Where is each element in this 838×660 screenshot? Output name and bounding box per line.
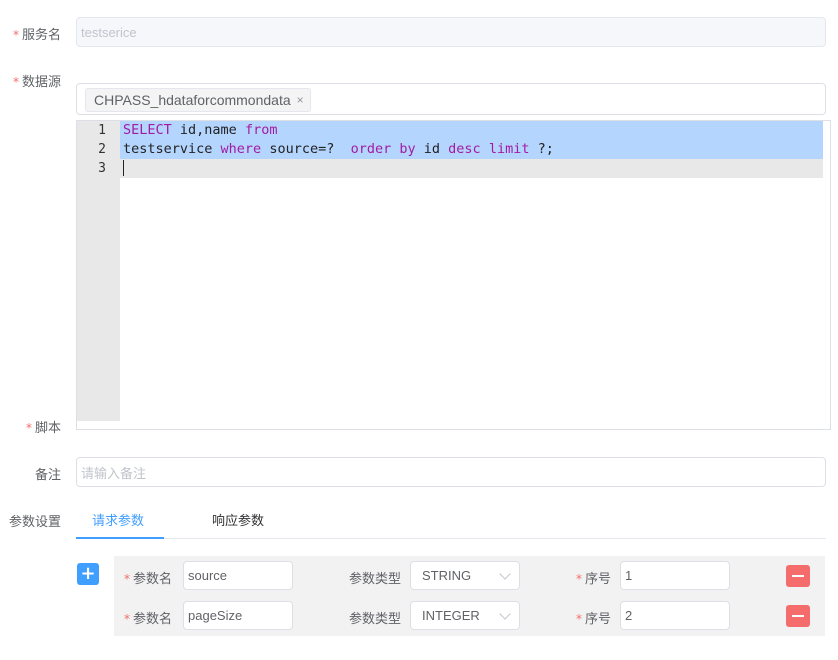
sql-keyword: where [220,141,262,157]
param-order-input[interactable]: 2 [620,601,730,630]
tab-active-indicator [76,537,164,539]
sql-keyword: limit [488,141,530,157]
remove-param-button[interactable] [786,565,810,587]
tabs-divider [76,538,826,539]
param-name-input[interactable]: pageSize [183,601,293,630]
line-number-gutter: 1 2 3 [77,121,120,421]
params-settings-label: 参数设置 [8,515,61,530]
line-number: 3 [98,161,106,176]
add-param-button[interactable]: + [77,563,99,585]
service-name-label: * 服务名 [12,28,61,43]
param-type-label: 参数类型 [349,572,402,587]
sql-text: testservice [123,141,221,157]
tab-response-params[interactable]: 响应参数 [212,510,264,529]
sql-text: id [415,141,449,157]
tab-request-params[interactable]: 请求参数 [92,510,144,529]
remark-label: 备注 [34,468,61,483]
plus-icon: + [80,563,96,584]
datasource-label: * 数据源 [12,75,61,90]
chevron-down-icon [499,608,511,620]
param-name-label: * 参数名 [124,612,173,627]
script-label: * 脚本 [25,421,61,436]
remark-input[interactable]: 请输入备注 [76,457,826,487]
minus-icon [792,615,804,617]
sql-keyword: from [244,122,278,138]
minus-icon [792,575,804,577]
param-order-label: * 序号 [576,612,612,627]
service-name-input[interactable]: testserice [76,17,826,47]
param-order-input[interactable]: 1 [620,561,730,590]
sql-keyword: by [399,141,416,157]
sql-text: ?; [529,141,554,157]
sql-keyword: desc [448,141,481,157]
param-type-label: 参数类型 [349,612,402,627]
sql-text: id,name [171,122,245,138]
param-type-select[interactable]: INTEGER [410,601,520,630]
sql-text: source=? [261,141,351,157]
sql-keyword: order [350,141,392,157]
param-name-label: * 参数名 [124,572,173,587]
sql-code-editor[interactable]: 1 2 3 SELECT id,name from testservice wh… [76,120,831,430]
param-order-label: * 序号 [576,572,612,587]
param-type-select[interactable]: STRING [410,561,520,590]
line-number: 1 [98,123,106,138]
text-caret [123,160,124,176]
code-line[interactable]: testservice where source=? order by id d… [120,140,823,159]
sql-keyword: SELECT [123,122,172,138]
chevron-down-icon [499,568,511,580]
remove-param-button[interactable] [786,605,810,627]
code-line[interactable]: SELECT id,name from [120,121,823,140]
tag-close-icon[interactable]: × [297,93,304,107]
param-name-input[interactable]: source [183,561,293,590]
line-number: 2 [98,142,106,157]
code-line-current[interactable] [120,159,823,178]
datasource-tag: CHPASS_hdataforcommondata × [85,88,311,112]
